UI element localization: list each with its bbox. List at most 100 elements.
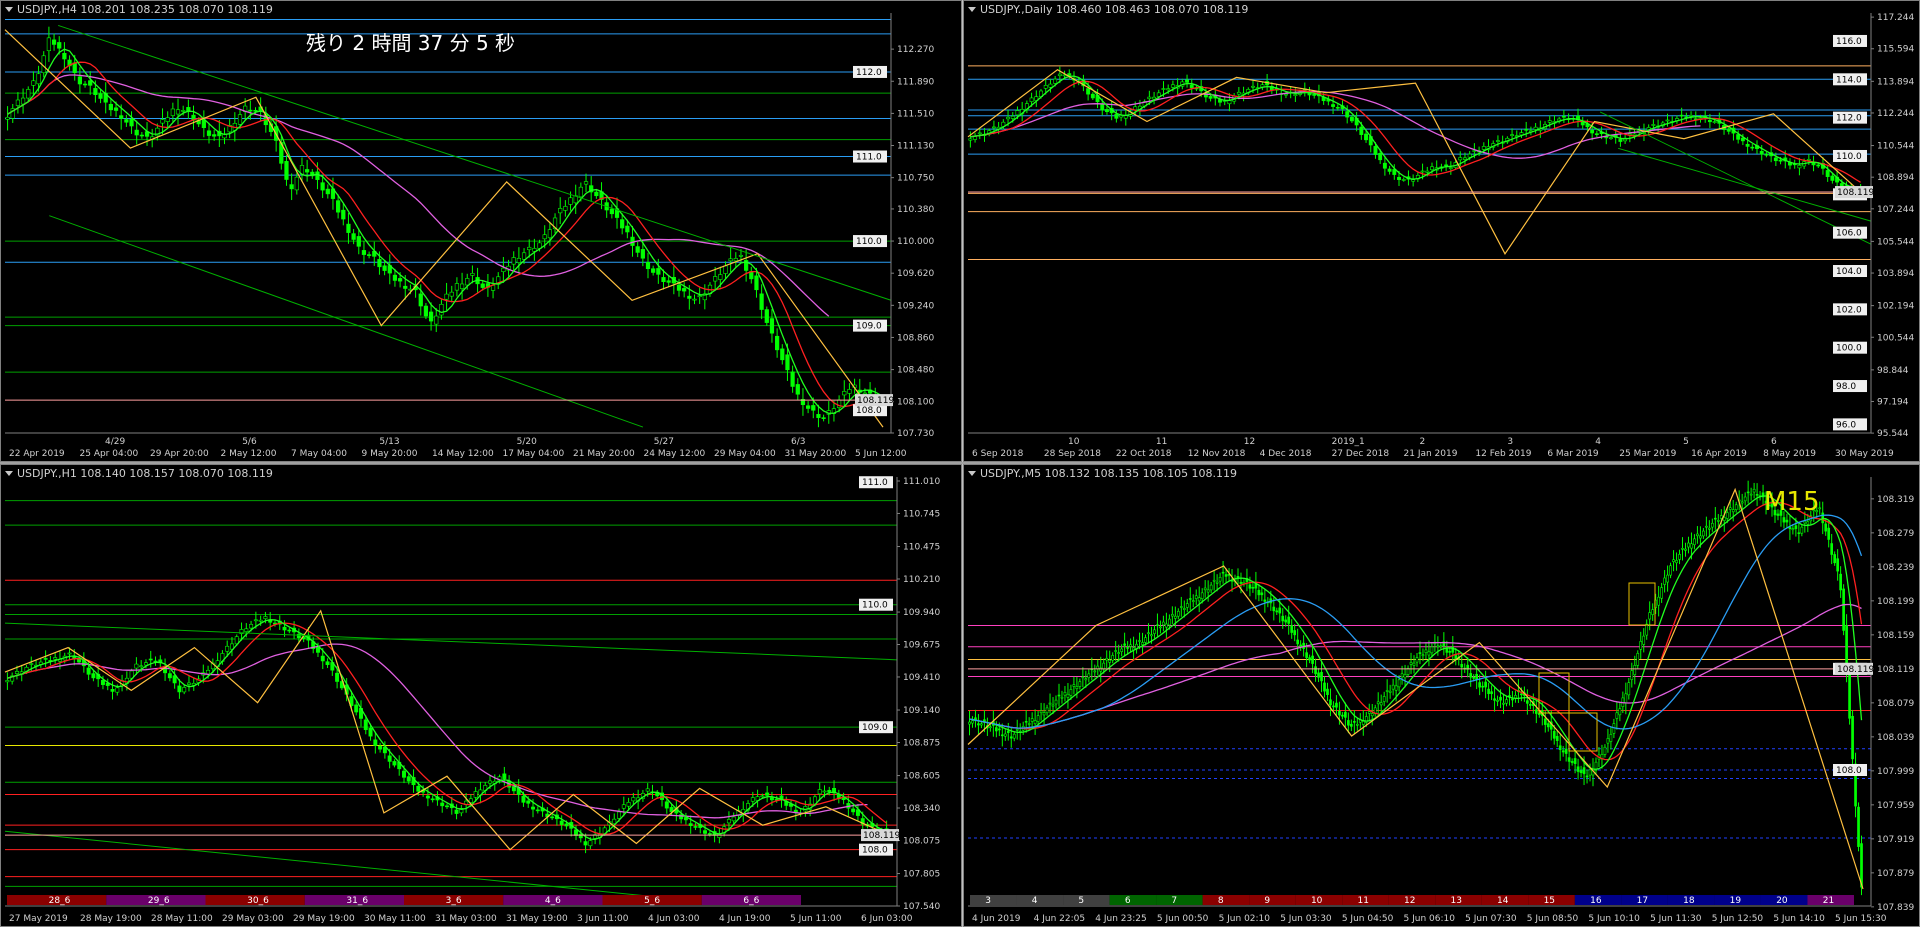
candle-body [640, 249, 645, 259]
candle-body [186, 682, 191, 685]
candle-body [968, 138, 973, 141]
candle-body [1524, 129, 1529, 131]
candle-body [1012, 733, 1016, 739]
candle-body [368, 727, 373, 737]
candle-body [620, 219, 625, 229]
candle-body [1537, 713, 1541, 715]
time-tick-label: 5 Jun 04:50 [1342, 914, 1394, 924]
candle-body [760, 795, 765, 798]
chart-window-h4[interactable]: USDJPY.,H4 108.201 108.235 108.070 108.1… [0, 0, 962, 462]
triangle-down-icon[interactable] [5, 471, 13, 476]
triangle-down-icon[interactable] [5, 7, 13, 12]
candle-body [527, 246, 532, 251]
candle-body [1057, 694, 1061, 697]
candle-body [1710, 522, 1714, 528]
time-tick-label: 24 May 12:00 [644, 449, 706, 459]
period-label: 6/3 [791, 437, 805, 447]
candle-body [1679, 114, 1684, 117]
triangle-down-icon[interactable] [968, 471, 976, 476]
chart-plot-m5[interactable]: 108.319 108.279 108.239 108.199 108.159 108.1… [964, 465, 1919, 926]
time-tick-label: 31 May 19:00 [506, 914, 568, 924]
chart-plot-h1[interactable]: 111.010 110.745 110.475 110.210 109.940 109.6… [1, 465, 961, 926]
candle-body [440, 802, 445, 807]
candle-body [1496, 699, 1499, 702]
session-strip-label: 19 [1730, 896, 1742, 906]
candle-body [1759, 151, 1764, 155]
candle-body [1857, 806, 1860, 847]
candle-body [1376, 701, 1380, 705]
candle-body [631, 797, 636, 802]
candle-body [1448, 167, 1453, 169]
candle-body [263, 616, 268, 619]
chart-window-daily[interactable]: USDJPY.,Daily 108.460 108.463 108.070 10… [963, 0, 1920, 462]
candle-body [1039, 710, 1043, 713]
current-price-label: 108.119 [1837, 188, 1874, 198]
chart-plot-daily[interactable]: 117.244 115.594 113.894 112.244 110.544 108.8… [964, 1, 1919, 461]
candle-body [1006, 730, 1010, 733]
candle-body [148, 658, 153, 661]
candle-body [181, 110, 186, 112]
price-tick-label: 108.079 [1877, 699, 1914, 709]
candle-body [625, 225, 630, 233]
ma-mid-line [969, 495, 1863, 770]
candle-body [816, 414, 821, 418]
window-divider-horizontal[interactable] [0, 462, 1920, 464]
candle-body [165, 117, 170, 122]
candle-body [502, 773, 507, 779]
time-tick-label: 5 Jun 14:10 [1773, 914, 1825, 924]
candle-body [1800, 526, 1804, 534]
candle-body [1194, 595, 1198, 599]
candle-body [1543, 718, 1547, 725]
time-tick-label: 4 Jun 2019 [972, 914, 1021, 924]
candle-body [129, 118, 134, 127]
candle-body [1170, 84, 1175, 88]
candle-body [1651, 609, 1655, 615]
price-tick-label: 108.119 [1877, 665, 1914, 675]
candle-body [1481, 685, 1484, 688]
candle-body [1502, 702, 1505, 705]
time-tick-label: 4 Dec 2018 [1260, 449, 1312, 459]
candle-body [1370, 713, 1374, 717]
session-strip-block [1249, 895, 1296, 905]
candle-body [1105, 658, 1109, 661]
session-strip-label: 5_6 [644, 896, 660, 906]
chart-plot-h4[interactable]: 112.270 111.890 111.510 111.130 110.750 110.3… [1, 1, 961, 461]
candle-body [1015, 729, 1019, 731]
time-tick-label: 27 Dec 2018 [1332, 449, 1390, 459]
candle-body [336, 200, 341, 213]
candle-body [473, 791, 478, 798]
triangle-down-icon[interactable] [968, 7, 976, 12]
session-strip-label: 8 [1218, 896, 1224, 906]
price-tick-label: 112.244 [1877, 109, 1914, 119]
candle-body [1510, 134, 1515, 136]
candle-body [676, 284, 682, 291]
candle-body [1069, 689, 1073, 696]
candle-body [253, 619, 258, 622]
candle-body [687, 295, 692, 299]
candle-body [1406, 668, 1410, 675]
candle-body [1702, 530, 1705, 537]
session-strip-label: 3 [985, 896, 991, 906]
candle-body [1335, 106, 1340, 109]
candle-body [182, 687, 187, 693]
period-label: 2 [1420, 437, 1426, 447]
price-tick-label: 102.194 [1877, 302, 1914, 312]
candle-body [320, 182, 325, 191]
candle-body [1690, 543, 1693, 549]
chart-window-m5[interactable]: USDJPY.,M5 108.132 108.135 108.105 108.1… [963, 464, 1920, 927]
candle-body [1182, 608, 1186, 610]
candle-body [315, 171, 320, 180]
price-tick-label: 108.860 [897, 333, 934, 343]
candle-body [439, 303, 444, 316]
level-label: 106.0 [1836, 229, 1862, 239]
candle-body [1355, 723, 1359, 726]
time-tick-label: 5 Jun 06:10 [1404, 914, 1456, 924]
candle-body [1027, 723, 1031, 725]
candle-body [206, 130, 212, 136]
candle-body [765, 792, 770, 796]
chart-window-h1[interactable]: USDJPY.,H1 108.140 108.157 108.070 108.1… [0, 464, 962, 927]
candle-body [1341, 714, 1344, 717]
candle-body [1153, 629, 1156, 634]
level-label: 108.0 [856, 406, 882, 416]
candle-body [29, 663, 34, 665]
